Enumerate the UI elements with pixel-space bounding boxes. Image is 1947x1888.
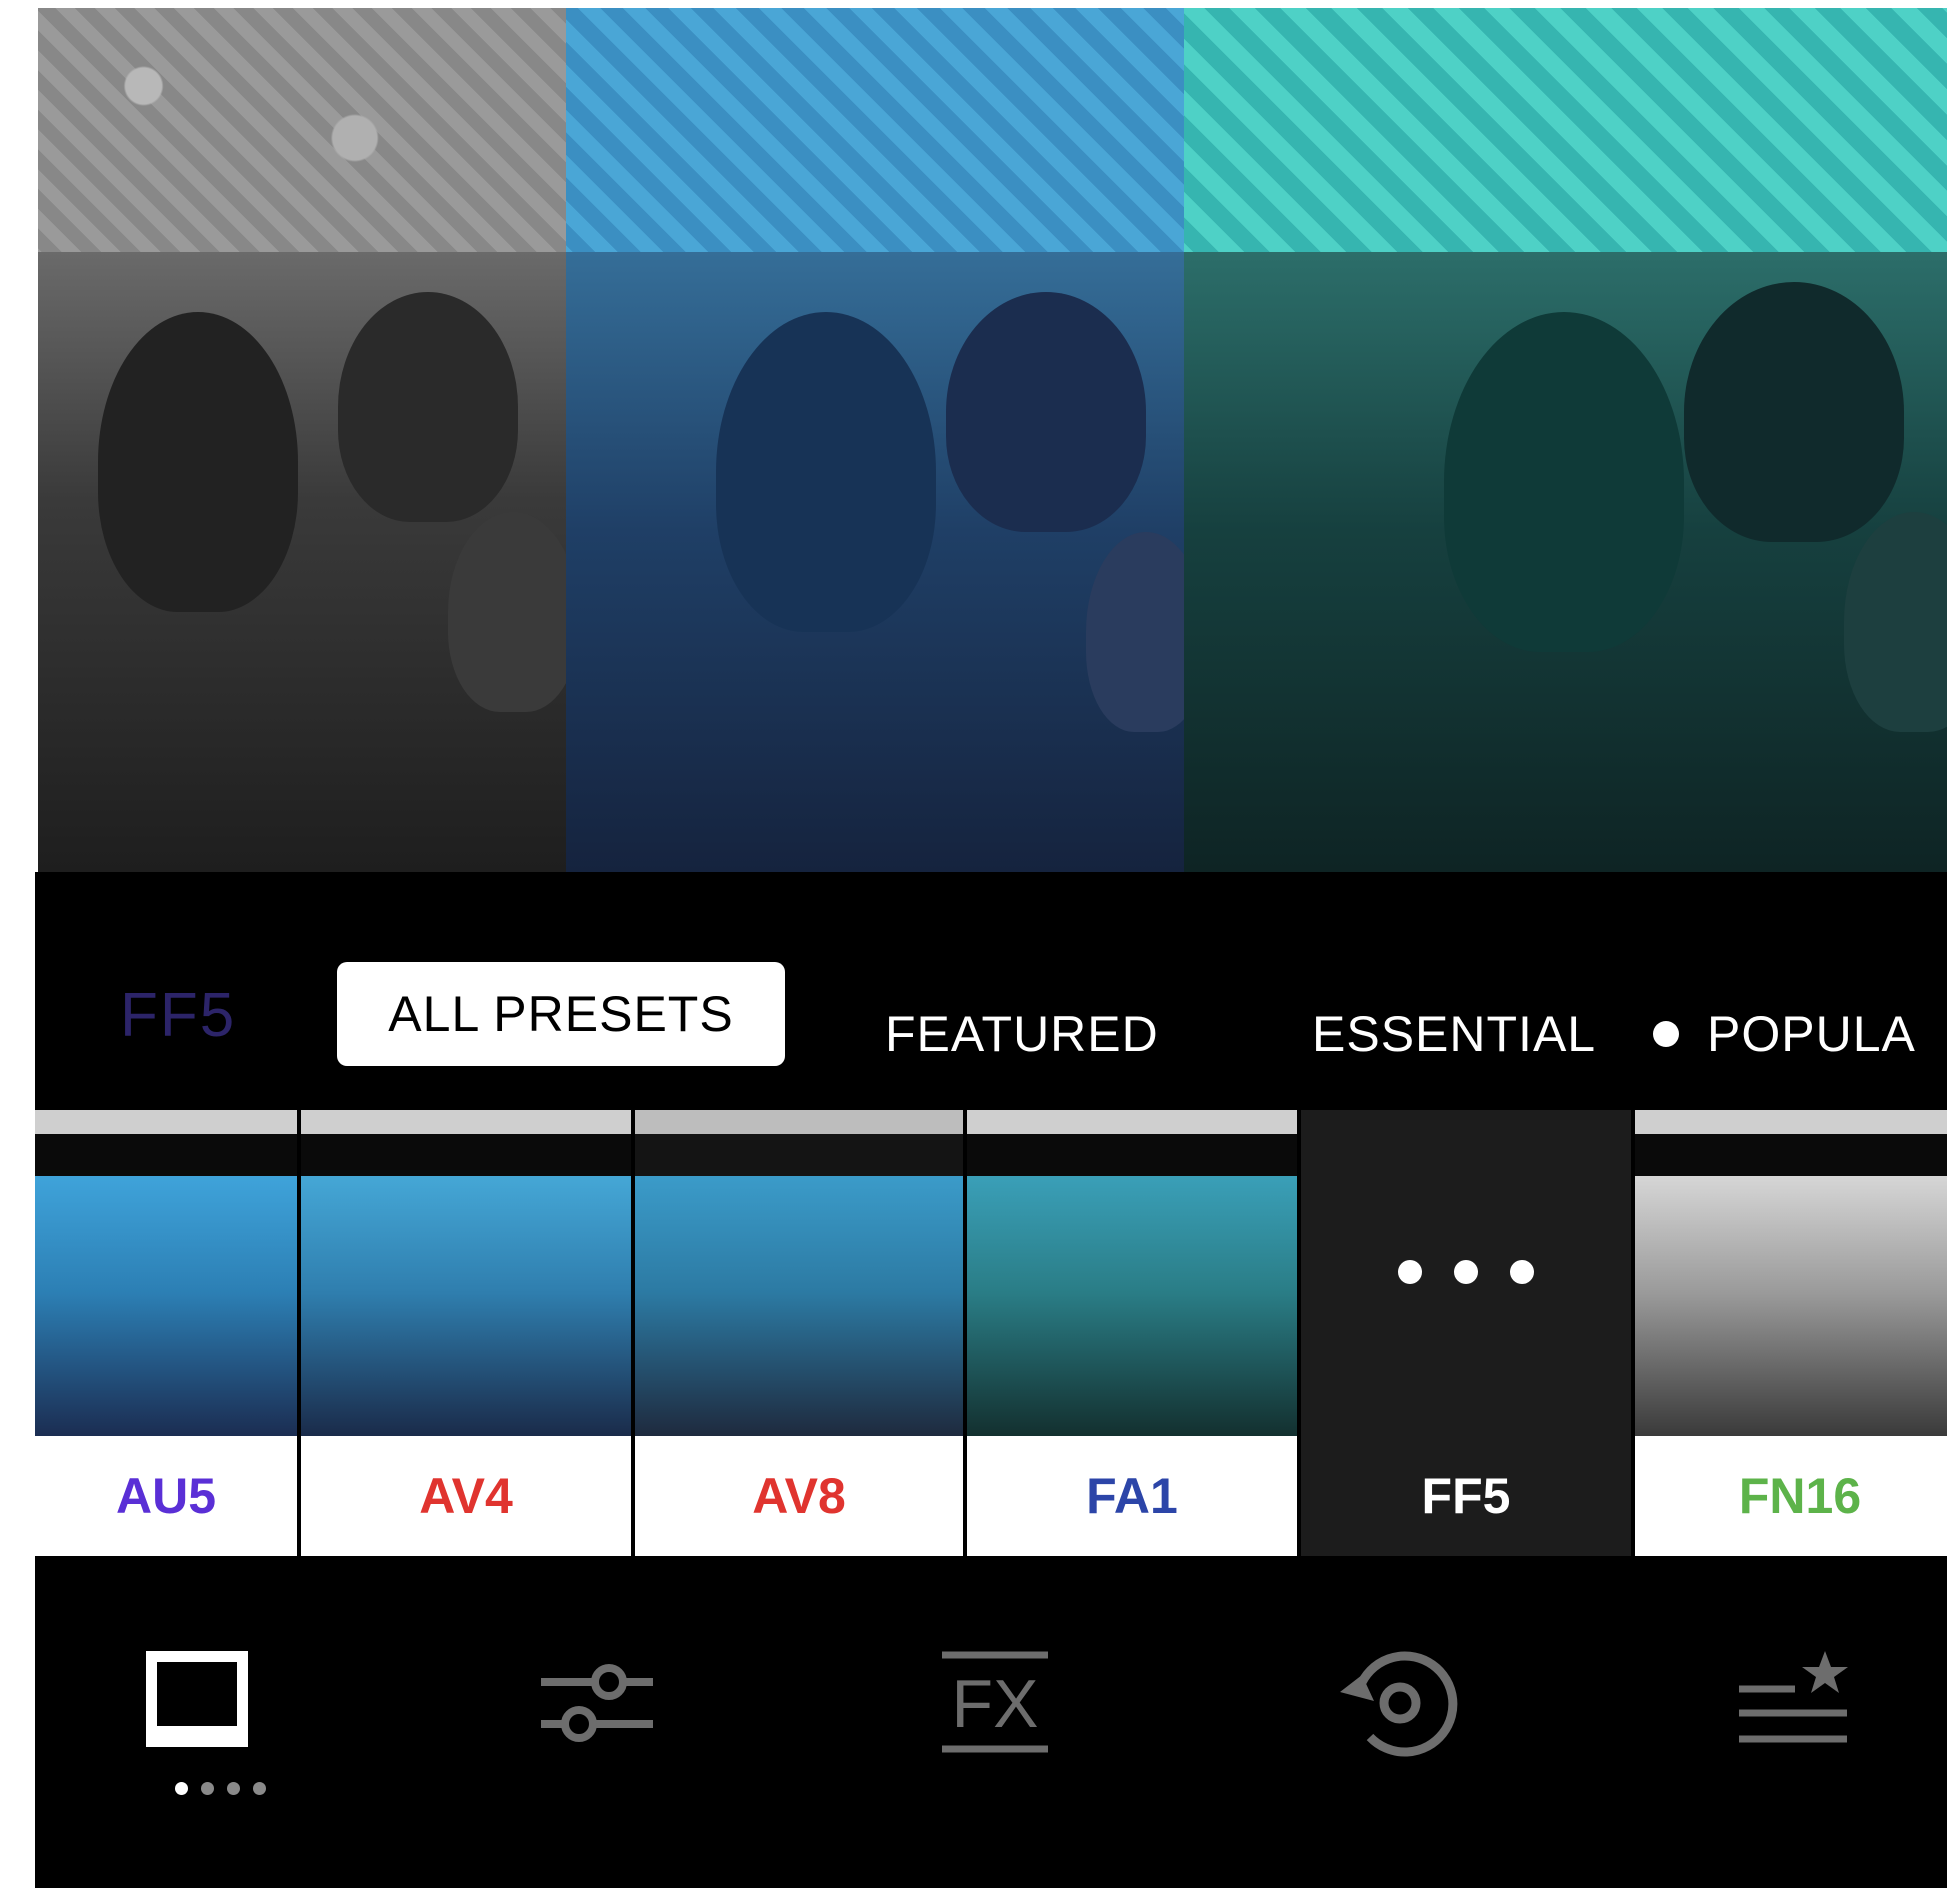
preset-fn16[interactable]: FN16 bbox=[1635, 1110, 1947, 1556]
tab-popular[interactable]: POPULA bbox=[1653, 982, 1916, 1086]
page-indicator bbox=[175, 1782, 279, 1800]
preset-category-tabs: FF5 ALL PRESETS FEATURED ESSENTIAL POPUL… bbox=[35, 962, 1947, 1082]
sliders-icon[interactable] bbox=[527, 1632, 667, 1772]
preset-thumbnail bbox=[301, 1110, 631, 1436]
current-preset-name: FF5 bbox=[120, 981, 237, 1050]
wallpaper-pattern bbox=[1184, 8, 1947, 268]
new-indicator-dot bbox=[1653, 1020, 1679, 1047]
preset-label: FF5 bbox=[1301, 1436, 1631, 1556]
tab-popular-label: POPULA bbox=[1707, 1006, 1916, 1062]
preset-thumbnail bbox=[35, 1110, 297, 1436]
photo-blue-preview bbox=[566, 8, 1184, 872]
editor-panel: FF5 ALL PRESETS FEATURED ESSENTIAL POPUL… bbox=[35, 872, 1947, 1888]
preset-strip: AU5 AV4 AV8 FA1 FF5 FN16 bbox=[35, 1110, 1947, 1556]
preset-thumbnail bbox=[1635, 1110, 1947, 1436]
recipes-icon[interactable] bbox=[1725, 1632, 1865, 1772]
tab-essential[interactable]: ESSENTIAL bbox=[1312, 982, 1596, 1086]
preset-options-icon[interactable] bbox=[1301, 1260, 1631, 1289]
preset-au5[interactable]: AU5 bbox=[35, 1110, 297, 1556]
preset-label: AU5 bbox=[35, 1436, 297, 1556]
bottom-toolbar: FX bbox=[35, 1632, 1947, 1792]
wallpaper-pattern bbox=[38, 8, 566, 268]
preset-ff5-selected[interactable]: FF5 bbox=[1301, 1110, 1631, 1556]
preset-label: AV8 bbox=[635, 1436, 963, 1556]
preset-fa1[interactable]: FA1 bbox=[967, 1110, 1297, 1556]
preset-label: FN16 bbox=[1635, 1436, 1947, 1556]
photo-teal-preview bbox=[1184, 8, 1947, 872]
wallpaper-pattern bbox=[566, 8, 1184, 268]
people-scene bbox=[38, 252, 566, 872]
preset-thumbnail bbox=[635, 1110, 963, 1436]
history-icon[interactable] bbox=[1325, 1632, 1465, 1772]
tab-featured[interactable]: FEATURED bbox=[885, 982, 1159, 1086]
preset-label: AV4 bbox=[301, 1436, 631, 1556]
people-scene bbox=[566, 252, 1184, 872]
fx-icon-text: FX bbox=[952, 1666, 1039, 1742]
people-scene bbox=[1184, 252, 1947, 872]
fx-icon[interactable]: FX bbox=[925, 1632, 1065, 1772]
preset-thumbnail bbox=[967, 1110, 1297, 1436]
preset-av4[interactable]: AV4 bbox=[301, 1110, 631, 1556]
tab-all-presets[interactable]: ALL PRESETS bbox=[337, 962, 785, 1066]
preset-av8[interactable]: AV8 bbox=[635, 1110, 963, 1556]
preset-frame-icon[interactable] bbox=[127, 1632, 267, 1772]
preset-label: FA1 bbox=[967, 1436, 1297, 1556]
photo-bw-preview bbox=[38, 8, 566, 872]
